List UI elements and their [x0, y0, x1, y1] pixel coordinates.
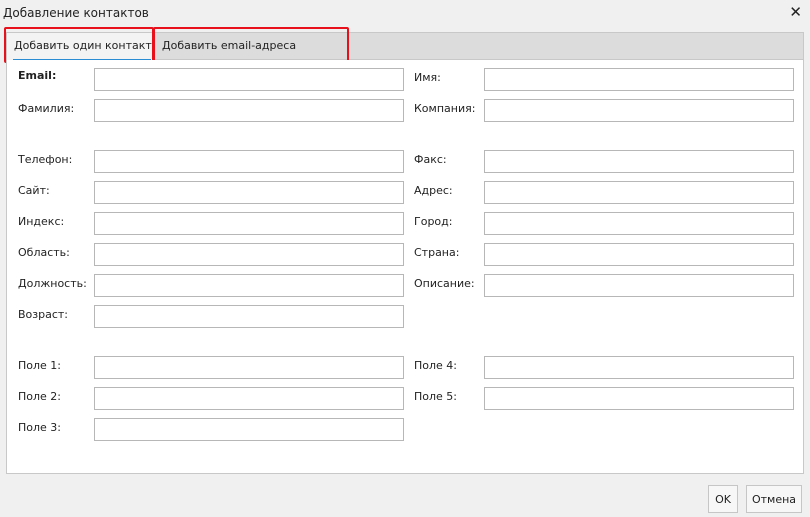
city-label: Город:	[414, 215, 453, 228]
email-label: Email:	[18, 69, 57, 82]
field5-input[interactable]	[484, 387, 794, 410]
position-field[interactable]	[94, 274, 404, 297]
description-field[interactable]	[484, 274, 794, 297]
field4-label: Поле 4:	[414, 359, 458, 372]
cancel-button[interactable]: Отмена	[746, 485, 802, 513]
company-label: Компания:	[414, 102, 476, 115]
last-name-label: Фамилия:	[18, 102, 75, 115]
country-label: Страна:	[414, 246, 460, 259]
field2-input[interactable]	[94, 387, 404, 410]
city-field[interactable]	[484, 212, 794, 235]
title-bar: Добавление контактов ✕	[0, 0, 810, 28]
phone-field[interactable]	[94, 150, 404, 173]
tab-label: Добавить один контакт	[14, 39, 152, 52]
region-label: Область:	[18, 246, 70, 259]
site-label: Сайт:	[18, 184, 50, 197]
tab-add-single-contact[interactable]: Добавить один контакт	[7, 33, 154, 61]
company-field[interactable]	[484, 99, 794, 122]
first-name-label: Имя:	[414, 71, 441, 84]
email-field[interactable]	[94, 68, 404, 91]
tab-add-email-list[interactable]: Добавить email-адреса списком	[155, 33, 347, 78]
phone-label: Телефон:	[18, 153, 73, 166]
description-label: Описание:	[414, 277, 475, 290]
last-name-field[interactable]	[94, 99, 404, 122]
fax-label: Факс:	[414, 153, 447, 166]
age-label: Возраст:	[18, 308, 69, 321]
field2-label: Поле 2:	[18, 390, 62, 403]
zip-field[interactable]	[94, 212, 404, 235]
zip-label: Индекс:	[18, 215, 65, 228]
field5-label: Поле 5:	[414, 390, 458, 403]
field3-input[interactable]	[94, 418, 404, 441]
position-label: Должность:	[18, 277, 87, 290]
field1-label: Поле 1:	[18, 359, 62, 372]
field1-input[interactable]	[94, 356, 404, 379]
dialog-title: Добавление контактов	[3, 6, 149, 20]
ok-button[interactable]: OK	[708, 485, 738, 513]
age-field[interactable]	[94, 305, 404, 328]
address-label: Адрес:	[414, 184, 453, 197]
site-field[interactable]	[94, 181, 404, 204]
address-field[interactable]	[484, 181, 794, 204]
form-panel: Email: Фамилия: Телефон: Сайт: Индекс: О…	[6, 60, 804, 474]
field4-input[interactable]	[484, 356, 794, 379]
fax-field[interactable]	[484, 150, 794, 173]
field3-label: Поле 3:	[18, 421, 62, 434]
country-field[interactable]	[484, 243, 794, 266]
first-name-field[interactable]	[484, 68, 794, 91]
region-field[interactable]	[94, 243, 404, 266]
close-icon[interactable]: ✕	[789, 4, 802, 20]
tab-bar: Добавить один контакт Добавить email-адр…	[6, 32, 804, 78]
